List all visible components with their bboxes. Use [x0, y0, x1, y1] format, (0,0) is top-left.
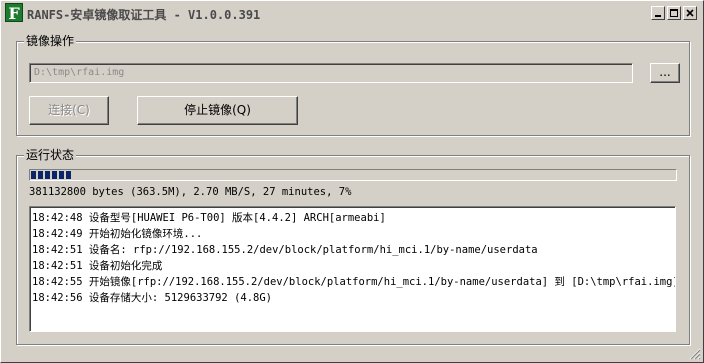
- connect-button[interactable]: 连接(C): [29, 96, 109, 125]
- window-title: RANFS-安卓镜像取证工具 - V1.0.0.391: [27, 8, 261, 22]
- progress-block: [31, 171, 36, 179]
- log-line: 18:42:51 设备初始化完成: [32, 260, 163, 272]
- title-bar[interactable]: F RANFS-安卓镜像取证工具 - V1.0.0.391: [1, 1, 703, 25]
- log-line: 18:42:48 设备型号[HUAWEI P6-T00] 版本[4.4.2] A…: [32, 212, 386, 224]
- transfer-status: 381132800 bytes (363.5M), 2.70 MB/S, 27 …: [29, 186, 352, 198]
- maximize-button[interactable]: [667, 6, 681, 20]
- progress-block: [59, 171, 64, 179]
- log-line: 18:42:51 设备名: rfp://192.168.155.2/dev/bl…: [32, 244, 538, 256]
- close-icon: [686, 9, 694, 17]
- stop-imaging-button[interactable]: 停止镜像(Q): [137, 96, 298, 125]
- browse-button[interactable]: ...: [650, 63, 680, 83]
- app-icon: F: [5, 3, 23, 23]
- image-ops-label: 镜像操作: [24, 33, 77, 49]
- progress-block: [66, 171, 71, 179]
- app-window: F RANFS-安卓镜像取证工具 - V1.0.0.391 镜像操作 D:\tm…: [0, 0, 704, 363]
- log-line: 18:42:49 开始初始化镜像环境...: [32, 228, 203, 240]
- progress-block: [52, 171, 57, 179]
- window-controls: [649, 6, 697, 20]
- progress-block: [45, 171, 50, 179]
- close-button[interactable]: [683, 6, 697, 20]
- resize-grip-icon[interactable]: [689, 348, 701, 360]
- minimize-button[interactable]: [651, 6, 665, 20]
- minimize-icon: [655, 15, 661, 17]
- progress-block: [38, 171, 43, 179]
- run-status-group: 运行状态 381132800 bytes (363.5M), 2.70 MB/S…: [16, 147, 690, 345]
- progress-fill: [31, 171, 73, 179]
- log-output[interactable]: 18:42:48 设备型号[HUAWEI P6-T00] 版本[4.4.2] A…: [29, 206, 676, 332]
- log-line: 18:42:55 开始镜像[rfp://192.168.155.2/dev/bl…: [32, 276, 676, 288]
- maximize-icon: [670, 9, 678, 17]
- progress-bar: [29, 169, 677, 181]
- image-ops-group: 镜像操作 D:\tmp\rfai.img ... 连接(C) 停止镜像(Q): [16, 33, 690, 136]
- log-line: 18:42:56 设备存储大小: 5129633792 (4.8G): [32, 292, 273, 304]
- run-status-label: 运行状态: [24, 147, 77, 163]
- image-path-field[interactable]: D:\tmp\rfai.img: [29, 63, 633, 83]
